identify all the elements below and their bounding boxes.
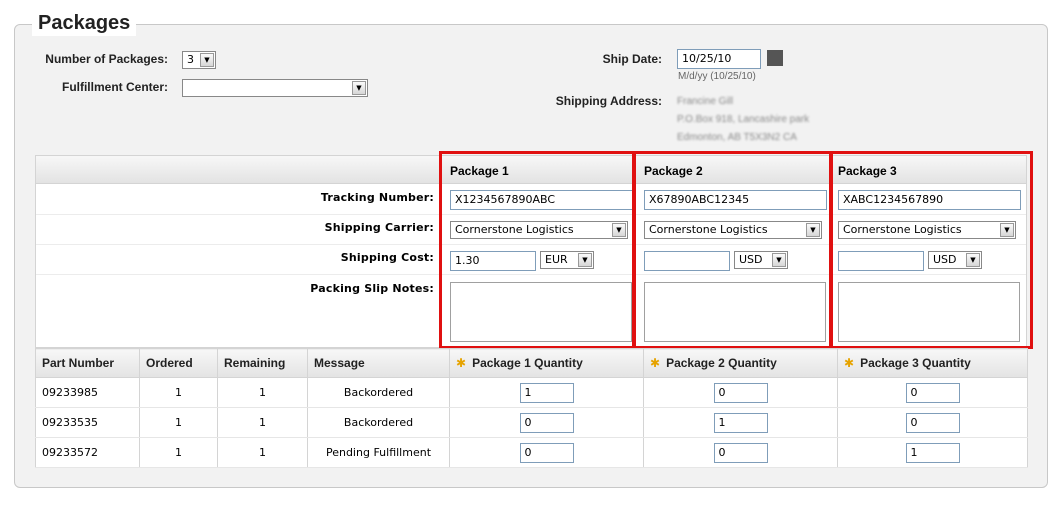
- remaining-cell: 1: [217, 377, 308, 408]
- col-header-ordered: Ordered: [139, 348, 218, 378]
- num-packages-value: 3: [187, 53, 194, 66]
- part-number-cell: 09233535: [35, 407, 140, 438]
- col-header-remaining: Remaining: [217, 348, 308, 378]
- asterisk-icon: ✱: [650, 356, 661, 370]
- ordered-cell: 1: [139, 407, 218, 438]
- num-packages-select[interactable]: 3 ▼: [182, 51, 216, 69]
- package-2-quantity-input[interactable]: 0: [713, 442, 768, 463]
- fulfillment-center-label: Fulfillment Center:: [61, 80, 168, 94]
- chevron-down-icon[interactable]: ▼: [200, 53, 214, 67]
- ship-date-input[interactable]: 10/25/10: [677, 49, 761, 69]
- package-1-quantity-input[interactable]: 1: [519, 382, 574, 403]
- col-header-package-2-quantity: ✱ Package 2 Quantity: [643, 348, 838, 378]
- part-number-cell: 09233572: [35, 437, 140, 468]
- shipping-address-label: Shipping Address:: [555, 94, 662, 108]
- packing-slip-notes-label: Packing Slip Notes:: [310, 282, 434, 295]
- package-3-quantity-cell: 1: [837, 437, 1028, 468]
- package-3-quantity-input[interactable]: 0: [905, 412, 960, 433]
- package-2-quantity-cell: 0: [643, 377, 838, 408]
- message-cell: Backordered: [307, 377, 450, 408]
- package-3-highlight: [830, 151, 1033, 349]
- shipping-address-line-3: Edmonton, AB T5X3N2 CA: [677, 132, 797, 143]
- grid-header-row: Part Number Ordered Remaining Message ✱ P…: [35, 348, 1028, 378]
- ordered-cell: 1: [139, 437, 218, 468]
- table-row: 09233985 1 1 Backordered 1 0 0: [35, 377, 1028, 408]
- shipping-address-line-2: P.O.Box 918, Lancashire park: [677, 114, 810, 125]
- asterisk-icon: ✱: [456, 356, 467, 370]
- col-header-message: Message: [307, 348, 450, 378]
- table-row: 09233572 1 1 Pending Fulfillment 0 0 1: [35, 437, 1028, 468]
- ordered-cell: 1: [139, 377, 218, 408]
- shipping-cost-label: Shipping Cost:: [340, 251, 434, 264]
- part-number-cell: 09233985: [35, 377, 140, 408]
- package-3-quantity-cell: 0: [837, 407, 1028, 438]
- col-header-package-3-quantity: ✱ Package 3 Quantity: [837, 348, 1028, 378]
- tracking-number-label: Tracking Number:: [320, 191, 434, 204]
- package-1-quantity-input[interactable]: 0: [519, 412, 574, 433]
- package-1-quantity-input[interactable]: 0: [519, 442, 574, 463]
- ship-date-hint: M/d/yy (10/25/10): [678, 71, 756, 82]
- package-2-quantity-cell: 0: [643, 437, 838, 468]
- package-2-quantity-input[interactable]: 1: [713, 412, 768, 433]
- col-header-package-1-quantity: ✱ Package 1 Quantity: [449, 348, 644, 378]
- col-header-part-number: Part Number: [35, 348, 140, 378]
- package-1-quantity-cell: 0: [449, 407, 644, 438]
- package-1-quantity-cell: 1: [449, 377, 644, 408]
- calendar-icon[interactable]: [767, 50, 783, 66]
- quantity-grid: Part Number Ordered Remaining Message ✱ P…: [35, 348, 1028, 468]
- chevron-down-icon[interactable]: ▼: [352, 81, 366, 95]
- shipping-address-line-1: Francine Gill: [677, 96, 734, 107]
- ship-date-label: Ship Date:: [602, 52, 662, 66]
- shipping-carrier-label: Shipping Carrier:: [324, 221, 434, 234]
- package-3-quantity-input[interactable]: 0: [905, 382, 960, 403]
- package-2-highlight: [633, 151, 832, 349]
- fulfillment-center-select[interactable]: ▼: [182, 79, 368, 97]
- message-cell: Backordered: [307, 407, 450, 438]
- package-1-quantity-cell: 0: [449, 437, 644, 468]
- remaining-cell: 1: [217, 437, 308, 468]
- package-3-quantity-cell: 0: [837, 377, 1028, 408]
- package-2-quantity-input[interactable]: 0: [713, 382, 768, 403]
- remaining-cell: 1: [217, 407, 308, 438]
- package-2-quantity-cell: 1: [643, 407, 838, 438]
- message-cell: Pending Fulfillment: [307, 437, 450, 468]
- page-title: Packages: [32, 10, 137, 36]
- asterisk-icon: ✱: [844, 356, 855, 370]
- package-3-quantity-input[interactable]: 1: [905, 442, 960, 463]
- table-row: 09233535 1 1 Backordered 0 1 0: [35, 407, 1028, 438]
- num-packages-label: Number of Packages:: [45, 52, 168, 66]
- package-1-highlight: [439, 151, 635, 349]
